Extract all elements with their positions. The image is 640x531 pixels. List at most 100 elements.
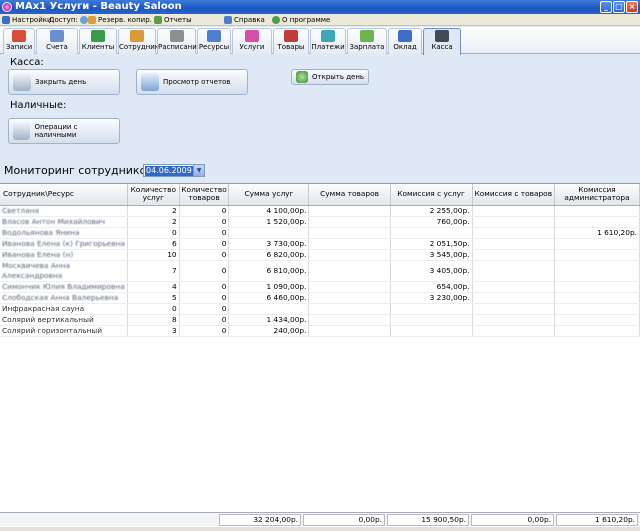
tab-clients[interactable]: Клиенты [79,28,117,54]
cell-qg: 0 [179,216,230,228]
menu-about[interactable]: О программе [272,14,330,26]
clients-icon [91,30,105,42]
tab-kassa[interactable]: Касса [423,28,461,55]
cell-qs: 10 [127,249,180,261]
cell-qs: 8 [127,314,180,326]
view-reports-button[interactable]: Просмотр отчетов [136,69,248,95]
cell-ss: 1 520,00р. [228,216,310,228]
appointments-icon [12,30,26,42]
tab-services[interactable]: Услуги [232,28,272,54]
cell-ss: 1 090,00р. [228,281,310,293]
open-day-button[interactable]: Открыть день [291,69,369,85]
settings-icon [2,16,10,24]
col-header-services-commission[interactable]: Комиссия с услуг [390,184,473,206]
kassa-heading: Касса: [10,57,44,68]
total-goods-sum: 0,00р. [303,514,385,526]
menu-access[interactable]: Доступ: [49,14,88,26]
table-row[interactable]: Солярий горизонтальный 3 0 240,00р. [0,325,640,337]
tab-oklad[interactable]: Оклад [388,28,422,54]
cell-cs: 2 051,50р. [390,238,473,250]
cell-cg [472,314,556,326]
cell-cg [472,249,556,261]
reports-icon [154,16,162,24]
staff-grid[interactable]: Сотрудник\Ресурс Количество услуг Количе… [0,183,640,531]
table-row[interactable]: Иванова Елена (к) Григорьевна 6 0 3 730,00р… [0,238,640,250]
minimize-button[interactable]: _ [600,1,612,13]
table-row[interactable]: Власов Антон Михайлович 2 0 1 520,00р. 760,0… [0,216,640,228]
table-row[interactable]: Водольянова Янина 0 0 1 610,20р. [0,227,640,239]
cell-cs [390,325,473,337]
cell-cg [472,325,556,337]
tab-zapisi[interactable]: Записи [3,28,35,54]
cell-ca [554,260,640,282]
cell-ca: 1 610,20р. [554,227,640,239]
help-icon [224,16,232,24]
cell-qs: 0 [127,303,180,315]
cash-register-icon [435,30,449,42]
cell-cs [390,227,473,239]
cell-ca [554,249,640,261]
table-row[interactable]: Инфракрасная сауна 0 0 [0,303,640,315]
total-admin-commission: 1 610,20р. [556,514,638,526]
menu-settings-label: Настройки [12,16,52,24]
col-header-services-count[interactable]: Количество услуг [127,184,180,206]
cell-name: Слободская Анна Валерьевна [0,292,128,304]
chevron-down-icon[interactable]: ▼ [193,165,204,176]
maximize-button[interactable]: □ [613,1,625,13]
table-row[interactable]: Солярий вертикальный 8 0 1 434,00р. [0,314,640,326]
cell-sg [308,227,391,239]
menu-settings[interactable]: Настройки [2,14,52,26]
tab-goods[interactable]: Товары [273,28,309,54]
cell-qg: 0 [179,227,230,239]
tab-schedule[interactable]: Расписание [157,28,201,54]
col-header-admin-commission[interactable]: Комиссия администратора [554,184,640,206]
table-row[interactable]: Иванова Елена (н) 10 0 6 820,00р. 3 545,00р. [0,249,640,261]
cell-sg [308,249,391,261]
cash-icon [13,122,31,140]
cell-ca [554,238,640,250]
menu-help[interactable]: Справка [224,14,265,26]
tab-salary[interactable]: Зарплата [347,28,387,54]
tab-resources[interactable]: Ресурсы [197,28,231,54]
cell-name: Солярий вертикальный [0,314,128,326]
cell-name: Москвичева Анна Александровна [0,260,128,282]
close-day-button[interactable]: Закрыть день [8,69,120,95]
menu-backup[interactable]: Резерв. копир. [88,14,152,26]
cell-cg [472,205,556,217]
table-row[interactable]: Симончик Юлия Владимировна 4 0 1 090,00р. 65… [0,281,640,293]
salary-icon [360,30,374,42]
tab-staff[interactable]: Сотрудники [118,28,164,54]
cell-qs: 6 [127,238,180,250]
tab-payments[interactable]: Платежи [310,28,346,54]
cell-ca [554,281,640,293]
table-row[interactable]: Светлана 2 0 4 100,00р. 2 255,00р. [0,205,640,217]
total-services-commission: 15 900,50р. [387,514,469,526]
close-button[interactable]: × [626,1,638,13]
tab-scheta[interactable]: Счета [36,28,78,54]
cell-cs: 3 230,00р. [390,292,473,304]
cell-cs: 760,00р. [390,216,473,228]
col-header-services-sum[interactable]: Сумма услуг [228,184,310,206]
table-row[interactable]: Москвичева Анна Александровна 7 0 6 810,00р… [0,260,640,282]
title-bar: MAx1 Услуги - Beauty Saloon _ □ × [0,0,640,14]
cell-name: Иванова Елена (к) Григорьевна [0,238,128,250]
cell-name: Водольянова Янина [0,227,128,239]
cell-name: Светлана [0,205,128,217]
cell-ca [554,216,640,228]
menu-reports[interactable]: Отчеты [154,14,192,26]
cell-qg: 0 [179,303,230,315]
date-picker[interactable]: 04.06.2009 ▼ [143,164,205,177]
cell-qg: 0 [179,281,230,293]
schedule-icon [169,30,184,42]
col-header-goods-count[interactable]: Количество товаров [179,184,230,206]
cell-ss: 6 820,00р. [228,249,310,261]
col-header-goods-sum[interactable]: Сумма товаров [308,184,391,206]
cell-sg [308,216,391,228]
col-header-staff[interactable]: Сотрудник\Ресурс [0,184,128,206]
cell-sg [308,260,391,282]
cell-ca [554,314,640,326]
col-header-goods-commission[interactable]: Комиссия с товаров [472,184,556,206]
cell-qs: 2 [127,216,180,228]
table-row[interactable]: Слободская Анна Валерьевна 5 0 6 460,00р. 3 … [0,292,640,304]
cash-operations-button[interactable]: Операции с наличными [8,118,120,144]
